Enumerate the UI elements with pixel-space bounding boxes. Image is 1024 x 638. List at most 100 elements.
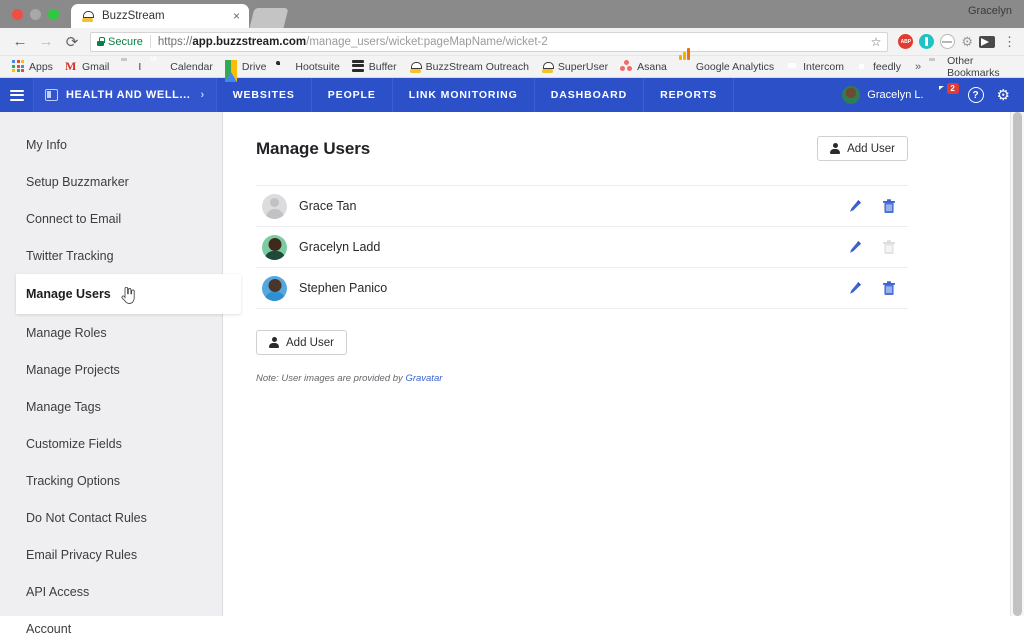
help-icon[interactable]: ? bbox=[967, 87, 984, 103]
reload-button[interactable]: ⟳ bbox=[60, 31, 84, 53]
buzzstream-icon bbox=[541, 61, 554, 73]
settings-gear-icon[interactable]: ⚙ bbox=[997, 88, 1010, 103]
browser-tab[interactable]: BuzzStream × bbox=[71, 4, 249, 28]
new-tab-button[interactable] bbox=[249, 8, 289, 28]
nav-item-people[interactable]: PEOPLE bbox=[312, 78, 393, 112]
adblock-extension-icon[interactable] bbox=[898, 34, 914, 49]
sidebar-item-api-access[interactable]: API Access bbox=[0, 573, 222, 610]
bookmark-google-analytics[interactable]: Google Analytics bbox=[673, 48, 780, 76]
add-user-button-top[interactable]: Add User bbox=[817, 136, 908, 161]
sidebar-item-connect-to-email[interactable]: Connect to Email bbox=[0, 200, 222, 237]
delete-user-icon[interactable] bbox=[882, 198, 896, 214]
bookmark-label: feedly bbox=[872, 60, 901, 73]
page-title: Manage Users bbox=[256, 138, 371, 158]
account-icon bbox=[45, 89, 58, 101]
bottom-actions: Add User Note: User images are provided … bbox=[256, 330, 908, 384]
bookmarks-overflow: » Other Bookmarks bbox=[907, 55, 1018, 79]
bookmark-hootsuite[interactable]: Hootsuite bbox=[272, 58, 345, 76]
bookmark-gmail[interactable]: M Gmail bbox=[59, 58, 115, 76]
sidebar-item-manage-projects[interactable]: Manage Projects bbox=[0, 351, 222, 388]
scrollbar-thumb[interactable] bbox=[1013, 112, 1022, 616]
avatar bbox=[262, 193, 287, 219]
page-scrollbar[interactable] bbox=[1010, 112, 1024, 616]
maximize-window-button[interactable] bbox=[48, 9, 59, 20]
content-inner: Manage Users Add User Grace Tan Gracelyn… bbox=[256, 136, 908, 384]
folder-icon bbox=[121, 60, 134, 73]
avatar bbox=[262, 275, 287, 301]
nav-item-websites[interactable]: WEBSITES bbox=[217, 78, 312, 112]
nav-item-reports[interactable]: REPORTS bbox=[644, 78, 735, 112]
sidebar-item-email-privacy-rules[interactable]: Email Privacy Rules bbox=[0, 536, 222, 573]
sidebar-item-do-not-contact-rules[interactable]: Do Not Contact Rules bbox=[0, 499, 222, 536]
sidebar-item-manage-users[interactable]: Manage Users bbox=[16, 274, 241, 314]
minimize-window-button[interactable] bbox=[30, 9, 41, 20]
browser-toolbar: ← → ⟳ Secure https://app.buzzstream.com/… bbox=[0, 28, 1024, 56]
table-row[interactable]: Stephen Panico bbox=[256, 268, 908, 309]
tab-title: BuzzStream bbox=[102, 10, 165, 22]
asana-icon bbox=[620, 60, 633, 73]
bookmark-label: Drive bbox=[241, 60, 267, 73]
account-name: HEALTH AND WELL... bbox=[66, 89, 191, 101]
avatar-body bbox=[264, 250, 285, 260]
back-button[interactable]: ← bbox=[8, 31, 32, 53]
sidebar-item-manage-roles[interactable]: Manage Roles bbox=[0, 314, 222, 351]
edit-user-icon[interactable] bbox=[848, 199, 862, 214]
bookmark-calendar[interactable]: Calendar bbox=[147, 58, 219, 76]
note-text: Note: User images are provided by bbox=[256, 373, 406, 384]
sidebar-item-setup-buzzmarker[interactable]: Setup Buzzmarker bbox=[0, 163, 222, 200]
bookmark-label: Calendar bbox=[170, 60, 213, 73]
bookmark-label: Gmail bbox=[81, 60, 110, 73]
bookmark-buzzstream-outreach[interactable]: BuzzStream Outreach bbox=[403, 58, 535, 76]
bookmark-intercom[interactable]: Intercom bbox=[780, 58, 850, 76]
intercom-icon bbox=[786, 60, 799, 73]
edit-user-icon[interactable] bbox=[848, 281, 862, 296]
sidebar-item-account[interactable]: Account bbox=[0, 610, 222, 638]
sidebar-item-tracking-options[interactable]: Tracking Options bbox=[0, 462, 222, 499]
sidebar-item-manage-tags[interactable]: Manage Tags bbox=[0, 388, 222, 425]
bookmark-folder[interactable]: I bbox=[115, 58, 147, 76]
user-menu-button[interactable]: Gracelyn L. bbox=[842, 86, 924, 104]
sidebar-item-customize-fields[interactable]: Customize Fields bbox=[0, 425, 222, 462]
window-user-label: Gracelyn bbox=[967, 5, 1012, 17]
apps-grid-icon bbox=[12, 60, 25, 73]
teal-extension-icon[interactable] bbox=[919, 34, 935, 49]
add-user-button-bottom[interactable]: Add User bbox=[256, 330, 347, 355]
chrome-menu-icon[interactable]: ⋮ bbox=[1001, 35, 1016, 48]
edit-user-icon[interactable] bbox=[848, 240, 862, 255]
notifications-button[interactable]: 2 bbox=[937, 83, 959, 103]
grey-extension-icon[interactable] bbox=[940, 34, 956, 49]
close-tab-icon[interactable]: × bbox=[230, 10, 243, 22]
bookmark-label: Intercom bbox=[803, 60, 844, 73]
address-bar[interactable]: Secure https://app.buzzstream.com/manage… bbox=[90, 31, 889, 52]
window-controls[interactable] bbox=[0, 9, 69, 28]
bookmark-feedly[interactable]: feedly bbox=[850, 58, 907, 76]
secure-badge[interactable]: Secure bbox=[97, 36, 150, 48]
nav-item-link-monitoring[interactable]: LINK MONITORING bbox=[393, 78, 535, 112]
other-bookmarks-button[interactable]: Other Bookmarks bbox=[929, 55, 1018, 79]
bookmark-asana[interactable]: Asana bbox=[614, 58, 673, 76]
table-row[interactable]: Grace Tan bbox=[256, 186, 908, 227]
avatar-body bbox=[264, 291, 285, 301]
sidebar-item-twitter-tracking[interactable]: Twitter Tracking bbox=[0, 237, 222, 274]
extension-gear-icon[interactable]: ⚙ bbox=[961, 35, 973, 48]
bookmarks-overflow-icon[interactable]: » bbox=[907, 61, 929, 73]
menu-toggle-button[interactable] bbox=[0, 78, 34, 112]
bookmark-buffer[interactable]: Buffer bbox=[346, 58, 403, 76]
gravatar-link[interactable]: Gravatar bbox=[405, 373, 442, 384]
sidebar-item-my-info[interactable]: My Info bbox=[0, 126, 222, 163]
delete-user-icon[interactable] bbox=[882, 280, 896, 296]
bookmark-superuser[interactable]: SuperUser bbox=[535, 58, 614, 76]
account-switcher[interactable]: HEALTH AND WELL... › bbox=[34, 78, 217, 112]
nav-item-dashboard[interactable]: DASHBOARD bbox=[535, 78, 645, 112]
bookmark-apps[interactable]: Apps bbox=[6, 58, 59, 76]
bookmark-drive[interactable]: Drive bbox=[219, 58, 273, 82]
drive-icon bbox=[224, 60, 238, 82]
bookmark-star-icon[interactable]: ☆ bbox=[865, 35, 882, 49]
sidebar-item-label: Manage Users bbox=[26, 287, 111, 301]
forward-button[interactable]: → bbox=[34, 31, 58, 53]
table-row[interactable]: Gracelyn Ladd bbox=[256, 227, 908, 268]
flag-extension-icon[interactable] bbox=[979, 35, 995, 48]
add-user-label: Add User bbox=[286, 336, 334, 349]
close-window-button[interactable] bbox=[12, 9, 23, 20]
other-bookmarks-label: Other Bookmarks bbox=[947, 54, 1000, 79]
